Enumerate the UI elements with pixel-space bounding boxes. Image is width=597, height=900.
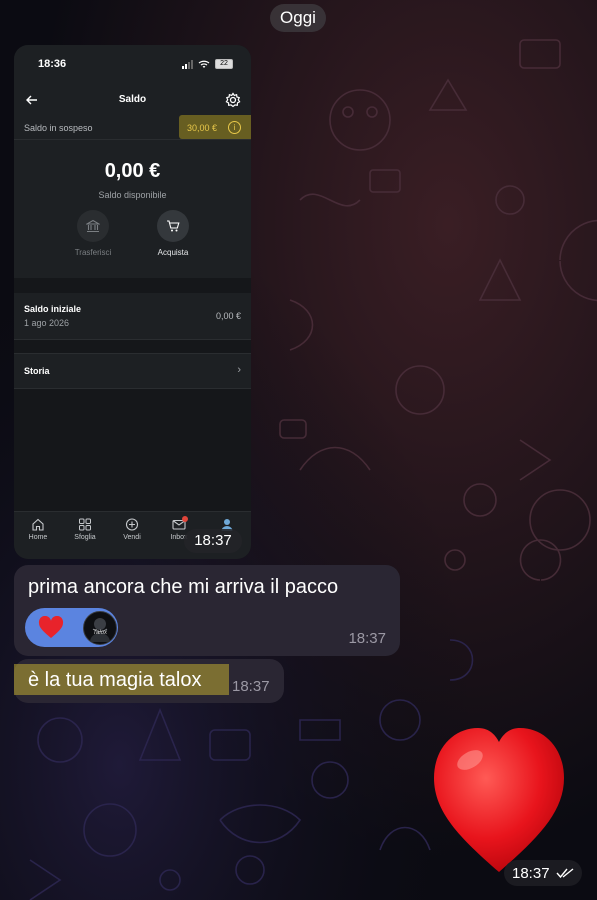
status-time: 18:36 (38, 58, 67, 70)
info-icon[interactable]: i (228, 121, 241, 134)
date-separator: Oggi (270, 4, 326, 32)
avatar-text: Talox (92, 630, 108, 636)
history-label: Storia (24, 366, 50, 376)
chevron-right-icon: › (237, 364, 241, 376)
screenshot-message[interactable]: 18:36 22 Saldo Saldo in sospeso 30,00 € … (14, 45, 251, 559)
buy-button[interactable]: Acquista (138, 210, 208, 257)
tab-sell[interactable]: Vendi (109, 518, 155, 541)
tab-sell-label: Vendi (123, 534, 141, 541)
wifi-icon (198, 60, 210, 68)
start-balance-row: Saldo iniziale 1 ago 2026 0,00 € (14, 293, 251, 340)
message-time-pill: 18:37 (504, 860, 582, 886)
page-title: Saldo (118, 94, 147, 105)
status-bar: 18:36 22 (14, 45, 251, 83)
message-bubble[interactable]: è la tua magia talox 18:37 (14, 659, 284, 703)
balance-label: Saldo disponibile (98, 190, 167, 200)
tab-browse[interactable]: Sfoglia (62, 518, 108, 541)
message-text: prima ancora che mi arriva il pacco (28, 576, 339, 598)
read-check-icon (556, 868, 574, 878)
status-icons: 22 (182, 59, 233, 69)
transfer-button[interactable]: Trasferisci (58, 210, 128, 257)
cart-icon (167, 220, 180, 232)
reactor-avatar: Talox (83, 611, 117, 645)
buy-label: Acquista (157, 248, 189, 257)
balance-amount: 0,00 € (104, 160, 161, 182)
balance-card: 0,00 € Saldo disponibile Trasferisci Acq… (14, 140, 251, 278)
grid-icon (79, 518, 91, 531)
heart-reaction-icon (38, 616, 64, 638)
plus-circle-icon (125, 518, 139, 531)
top-nav: Saldo (14, 83, 251, 119)
battery-icon: 22 (215, 59, 233, 69)
home-icon (32, 518, 44, 531)
tab-browse-label: Sfoglia (74, 534, 96, 541)
pending-label: Saldo in sospeso (24, 123, 93, 133)
reaction-chip[interactable]: Talox (25, 608, 118, 647)
heart-emoji-message[interactable] (430, 720, 568, 876)
start-balance-value: 0,00 € (215, 311, 241, 321)
pending-value: 30,00 € (187, 123, 218, 133)
gear-icon[interactable] (225, 92, 241, 108)
history-row[interactable]: Storia › (14, 353, 251, 389)
start-balance-title: Saldo iniziale (24, 304, 82, 314)
message-time: 18:37 (232, 678, 270, 695)
message-time: 18:37 (512, 865, 550, 882)
signal-icon (182, 59, 193, 69)
message-bubble[interactable]: prima ancora che mi arriva il pacco Talo… (14, 565, 400, 656)
tab-home[interactable]: Home (15, 518, 61, 541)
message-timestamp: 18:37 (184, 529, 242, 553)
message-time: 18:37 (348, 630, 386, 647)
bank-icon (86, 219, 100, 233)
tab-home-label: Home (28, 534, 48, 541)
pending-balance-row[interactable]: Saldo in sospeso 30,00 € i (14, 115, 251, 140)
message-text: è la tua magia talox (28, 669, 202, 691)
notification-dot (182, 516, 188, 522)
transfer-label: Trasferisci (74, 248, 112, 257)
start-balance-date: 1 ago 2026 (24, 318, 70, 328)
